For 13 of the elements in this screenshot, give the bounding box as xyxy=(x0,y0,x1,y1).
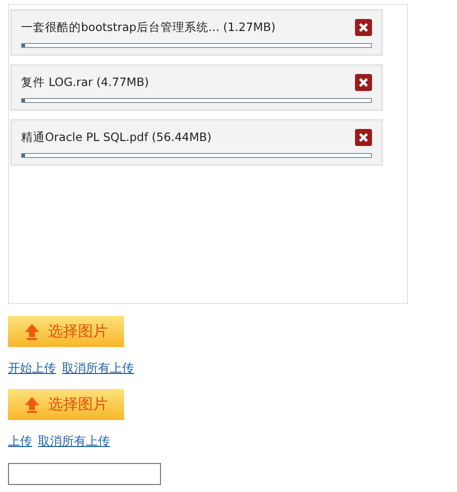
upload-arrow-icon xyxy=(24,323,40,340)
action-link[interactable]: 取消所有上传 xyxy=(38,433,110,450)
action-link[interactable]: 取消所有上传 xyxy=(62,360,134,377)
close-icon[interactable] xyxy=(355,129,372,146)
input-field[interactable] xyxy=(8,463,161,485)
close-icon[interactable] xyxy=(355,74,372,91)
file-name: 一套很酷的bootstrap后台管理系统... (1.27MB) xyxy=(21,20,276,35)
file-name: 精通Oracle PL SQL.pdf (56.44MB) xyxy=(21,130,212,145)
action-link[interactable]: 开始上传 xyxy=(8,360,56,377)
close-icon[interactable] xyxy=(355,19,372,36)
file-name: 复件 LOG.rar (4.77MB) xyxy=(21,75,149,90)
upload-arrow-icon xyxy=(24,396,40,413)
action-link[interactable]: 上传 xyxy=(8,433,32,450)
